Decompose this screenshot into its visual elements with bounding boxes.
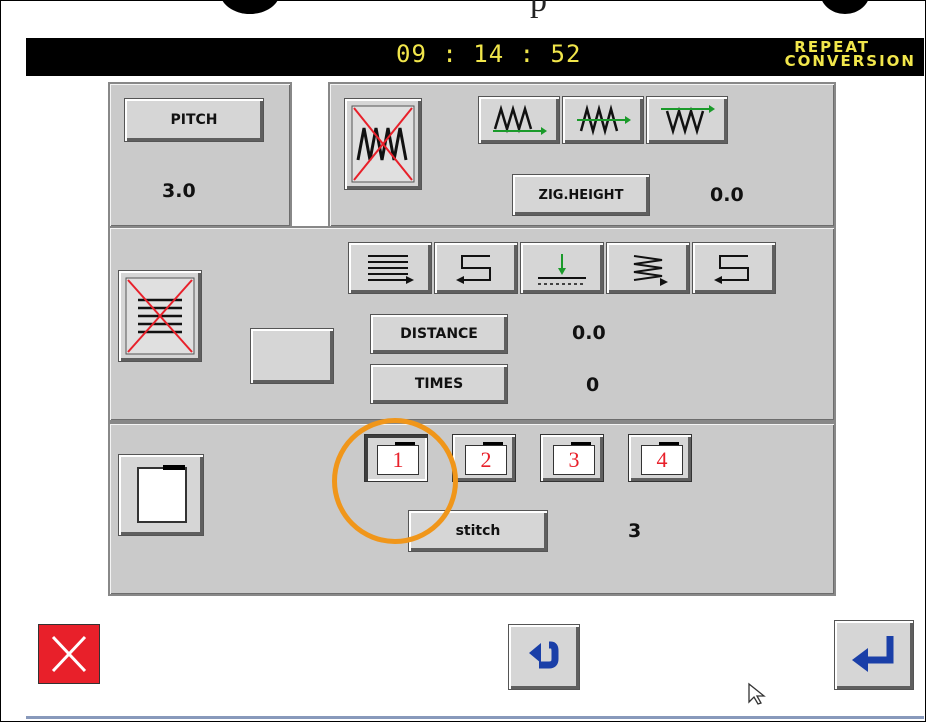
zig-height-button[interactable]: ZIG.HEIGHT bbox=[512, 174, 650, 216]
sequence-frame-button[interactable] bbox=[118, 454, 204, 536]
repeat-back-alt-icon bbox=[714, 255, 749, 284]
zig-height-value: 0.0 bbox=[710, 184, 744, 206]
clipped-shape bbox=[220, 0, 280, 14]
repeat-blank-button[interactable] bbox=[250, 328, 334, 384]
clock: 09 : 14 : 52 bbox=[396, 40, 582, 68]
number-2-label: 2 bbox=[480, 447, 492, 472]
mouse-cursor-icon bbox=[746, 682, 770, 706]
zigzag-top-icon bbox=[661, 105, 715, 136]
repeat-zigzag-button[interactable] bbox=[606, 242, 690, 294]
mode-title-line2: CONVERSION bbox=[784, 52, 916, 70]
frame-icon-tab bbox=[163, 465, 185, 470]
cancel-button[interactable] bbox=[38, 624, 100, 684]
repeat-back-icon bbox=[456, 255, 491, 284]
zigzag-forward-icon bbox=[493, 104, 547, 135]
main-screen: PITCH 3.0 ZIG.HEIGHT 0.0 DISTANCE 0.0 TI… bbox=[26, 76, 924, 718]
repeat-double-forward-icon bbox=[368, 255, 414, 284]
distance-value: 0.0 bbox=[572, 322, 606, 344]
zigzag-off-button[interactable] bbox=[344, 98, 422, 190]
repeat-off-icon bbox=[125, 277, 195, 355]
times-button[interactable]: TIMES bbox=[370, 364, 508, 404]
clipped-header-area: p bbox=[190, 0, 880, 40]
clipped-shape bbox=[820, 0, 870, 14]
sequence-panel: 1 2 3 4 stitch 3 bbox=[108, 422, 836, 596]
zigzag-off-icon bbox=[351, 105, 415, 183]
zig-height-label: ZIG.HEIGHT bbox=[538, 187, 624, 203]
undo-icon bbox=[529, 641, 559, 669]
stitch-value: 3 bbox=[628, 520, 642, 542]
enter-button[interactable] bbox=[834, 620, 914, 690]
number-4-button[interactable]: 4 bbox=[628, 434, 692, 482]
close-icon bbox=[51, 635, 87, 673]
number-2-button[interactable]: 2 bbox=[452, 434, 516, 482]
repeat-panel: DISTANCE 0.0 TIMES 0 bbox=[108, 226, 836, 422]
pitch-button[interactable]: PITCH bbox=[124, 98, 264, 142]
zigzag-through-icon bbox=[577, 104, 631, 136]
clipped-header-text: p bbox=[530, 0, 547, 19]
repeat-double-forward-button[interactable] bbox=[348, 242, 432, 294]
enter-icon bbox=[852, 636, 894, 672]
stitch-label: stitch bbox=[455, 523, 501, 539]
pitch-panel: PITCH 3.0 bbox=[108, 82, 292, 228]
times-label: TIMES bbox=[414, 376, 464, 392]
zigzag-through-button[interactable] bbox=[562, 96, 644, 144]
frame-icon bbox=[137, 467, 187, 523]
repeat-back-alt-button[interactable] bbox=[692, 242, 776, 294]
number-4-label: 4 bbox=[656, 447, 668, 472]
repeat-back-button[interactable] bbox=[434, 242, 518, 294]
distance-label: DISTANCE bbox=[400, 326, 478, 342]
zigzag-forward-button[interactable] bbox=[478, 96, 560, 144]
pitch-button-label: PITCH bbox=[170, 112, 218, 128]
pitch-value: 3.0 bbox=[162, 180, 196, 202]
zigzag-panel: ZIG.HEIGHT 0.0 bbox=[328, 82, 836, 228]
number-3-label: 3 bbox=[568, 447, 580, 472]
times-value: 0 bbox=[586, 374, 600, 396]
bottom-rule bbox=[26, 716, 924, 719]
title-bar: 09 : 14 : 52 REPEAT CONVERSION bbox=[26, 38, 924, 76]
number-3-button[interactable]: 3 bbox=[540, 434, 604, 482]
repeat-off-button[interactable] bbox=[118, 270, 202, 362]
repeat-offset-button[interactable] bbox=[520, 242, 604, 294]
distance-button[interactable]: DISTANCE bbox=[370, 314, 508, 354]
undo-button[interactable] bbox=[508, 624, 580, 690]
zigzag-top-button[interactable] bbox=[646, 96, 728, 144]
repeat-zigzag-icon bbox=[633, 255, 668, 286]
highlight-ring bbox=[332, 418, 458, 544]
repeat-offset-icon bbox=[538, 254, 586, 285]
